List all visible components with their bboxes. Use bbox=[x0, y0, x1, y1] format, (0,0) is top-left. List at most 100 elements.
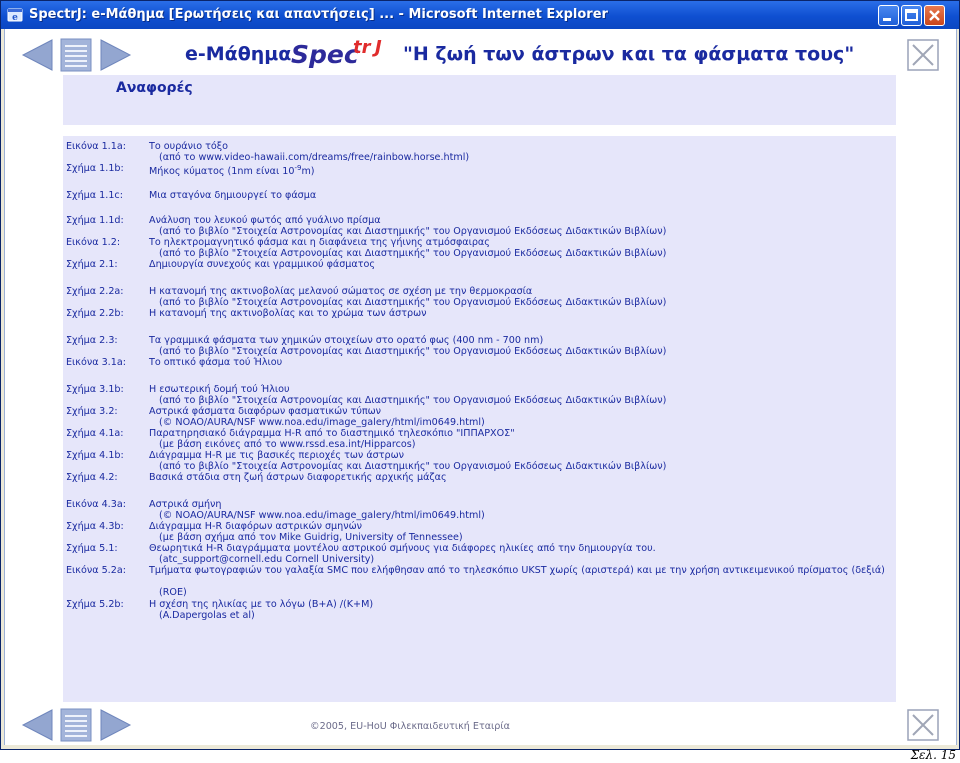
reference-label: Σχήμα 4.1a: bbox=[66, 428, 124, 439]
page-content: e-Μάθημα Spec tr J "Η ζωή των άστρων και… bbox=[4, 29, 957, 745]
reference-source: (από το βιβλίο "Στοιχεία Αστρονομίας και… bbox=[159, 461, 667, 472]
reference-text: Το ηλεκτρομαγνητικό φάσμα και η διαφάνει… bbox=[149, 237, 490, 248]
reference-label: Σχήμα 3.2: bbox=[66, 406, 118, 417]
close-lesson-icon[interactable] bbox=[907, 39, 939, 71]
reference-text-main: Η σχέση της ηλικίας με το λόγω (B+A) /(K… bbox=[149, 599, 374, 610]
close-window-button[interactable] bbox=[924, 5, 945, 26]
reference-text: Αστρικά σμήνη bbox=[149, 499, 222, 510]
reference-source: (από το βιβλίο "Στοιχεία Αστρονομίας και… bbox=[159, 297, 667, 308]
maximize-icon bbox=[905, 9, 918, 21]
reference-text-main: Δημιουργία συνεχούς και γραμμικού φάσματ… bbox=[149, 259, 376, 270]
reference-text: Η σχέση της ηλικίας με το λόγω (B+A) /(K… bbox=[149, 599, 373, 610]
reference-label: Εικόνα 3.1a: bbox=[66, 357, 126, 368]
reference-label: Εικόνα 1.2: bbox=[66, 237, 121, 248]
internet-explorer-icon: e bbox=[7, 8, 23, 23]
minimize-button[interactable] bbox=[878, 5, 899, 26]
reference-text-end: m) bbox=[301, 166, 315, 178]
contents-list-icon[interactable] bbox=[60, 38, 92, 72]
reference-label: Σχήμα 2.1: bbox=[66, 259, 118, 270]
page-number: Σελ. 15 bbox=[910, 748, 956, 762]
course-subtitle: "Η ζωή των άστρων και τα φάσματα τους" bbox=[403, 43, 855, 65]
section-title: Αναφορές bbox=[116, 80, 193, 96]
reference-text: Διάγραμμα H-R διαφόρων αστρικών σμηνών bbox=[149, 521, 362, 532]
reference-text: Δημιουργία συνεχούς και γραμμικού φάσματ… bbox=[149, 259, 375, 270]
contents-list-icon[interactable] bbox=[60, 708, 92, 742]
references-list: Εικόνα 1.1a: Το ουράνιο τόξο (από το www.v… bbox=[63, 136, 896, 702]
reference-text: Η εσωτερική δομή τού Ήλιου bbox=[149, 384, 290, 395]
reference-text: Αστρικά φάσματα διαφόρων φασματικών τύπω… bbox=[149, 406, 381, 417]
footer-copyright: ©2005, EU-HoU Φιλεκπαιδευτική Εταιρία bbox=[310, 721, 510, 732]
reference-label: Εικόνα 5.2a: bbox=[66, 565, 126, 576]
reference-source: (A.Dapergolas et al) bbox=[159, 610, 255, 621]
next-arrow-icon[interactable] bbox=[100, 39, 132, 71]
reference-text-main: Η εσωτερική δομή τού Ήλιου bbox=[149, 384, 290, 395]
reference-label: Σχήμα 2.3: bbox=[66, 335, 118, 346]
reference-text-main: Διάγραμμα H-R με τις βασικές περιοχές τω… bbox=[149, 450, 404, 461]
reference-label: Σχήμα 2.2b: bbox=[66, 308, 124, 319]
reference-text-main: Βασικά στάδια στη ζωή άστρων διαφορετική… bbox=[149, 472, 447, 483]
reference-source: (από το www.video-hawaii.com/dreams/free… bbox=[159, 152, 470, 163]
reference-label: Σχήμα 4.2: bbox=[66, 472, 118, 483]
reference-label: Σχήμα 2.2a: bbox=[66, 286, 124, 297]
reference-label: Σχήμα 4.3b: bbox=[66, 521, 124, 532]
reference-text: Παρατηρησιακό διάγραμμα H-R από το διαστ… bbox=[149, 428, 515, 439]
reference-text-main: Η κατανομή της ακτινοβολίας μελανού σώμα… bbox=[149, 286, 533, 297]
svg-text:tr: tr bbox=[353, 37, 372, 58]
course-label: e-Μάθημα bbox=[185, 43, 292, 65]
reference-text: Μήκος κύματος (1nm είναι 10-9m) bbox=[149, 163, 315, 177]
reference-text-main: Τα γραμμικά φάσματα των χημικών στοιχείω… bbox=[149, 335, 544, 346]
reference-text: Θεωρητικά H-R διαγράμματα μοντέλου αστρι… bbox=[149, 543, 656, 554]
bottom-navigation: ©2005, EU-HoU Φιλεκπαιδευτική Εταιρία bbox=[5, 706, 956, 744]
spectrj-logo: Spec tr J bbox=[289, 35, 393, 74]
reference-source: (atc_support@cornell.edu Cornell Univers… bbox=[159, 554, 375, 565]
reference-label: Σχήμα 5.1: bbox=[66, 543, 118, 554]
section-header: Αναφορές bbox=[63, 75, 896, 125]
browser-window: e SpectrJ: e-Μάθημα [Ερωτήσεις και απαντ… bbox=[0, 0, 960, 750]
title-bar: e SpectrJ: e-Μάθημα [Ερωτήσεις και απαντ… bbox=[1, 1, 959, 29]
reference-label: Σχήμα 1.1d: bbox=[66, 215, 124, 226]
close-lesson-icon[interactable] bbox=[907, 709, 939, 741]
reference-source: (ROE) bbox=[159, 587, 187, 598]
reference-text: Ανάλυση του λευκού φωτός από γυάλινο πρί… bbox=[149, 215, 381, 226]
window-title: SpectrJ: e-Μάθημα [Ερωτήσεις και απαντήσ… bbox=[29, 7, 608, 22]
reference-label: Σχήμα 4.1b: bbox=[66, 450, 124, 461]
reference-text-main: Μια σταγόνα δημιουργεί το φάσμα bbox=[149, 190, 317, 201]
reference-text: Διάγραμμα H-R με τις βασικές περιοχές τω… bbox=[149, 450, 404, 461]
reference-text-main: Αστρικά σμήνη bbox=[149, 499, 222, 510]
reference-text: Το οπτικό φάσμα τού Ήλιου bbox=[149, 357, 282, 368]
reference-source: (με βάση εικόνες από το www.rssd.esa.int… bbox=[159, 439, 416, 450]
reference-label: Σχήμα 3.1b: bbox=[66, 384, 124, 395]
reference-source: (από το βιβλίο "Στοιχεία Αστρονομίας και… bbox=[159, 395, 667, 406]
reference-label: Σχήμα 1.1c: bbox=[66, 190, 123, 201]
reference-text: Μια σταγόνα δημιουργεί το φάσμα bbox=[149, 190, 316, 201]
maximize-button[interactable] bbox=[901, 5, 922, 26]
reference-source: (από το βιβλίο "Στοιχεία Αστρονομίας και… bbox=[159, 226, 667, 237]
minimize-icon bbox=[883, 18, 891, 21]
reference-source: (από το βιβλίο "Στοιχεία Αστρονομίας και… bbox=[159, 346, 667, 357]
reference-text-main: Θεωρητικά H-R διαγράμματα μοντέλου αστρι… bbox=[149, 543, 656, 554]
reference-text-main: Αστρικά φάσματα διαφόρων φασματικών τύπω… bbox=[149, 406, 382, 417]
reference-text: Το ουράνιο τόξο bbox=[149, 141, 228, 152]
reference-text-main: Το οπτικό φάσμα τού Ήλιου bbox=[149, 357, 283, 368]
close-icon bbox=[929, 10, 940, 21]
previous-arrow-icon[interactable] bbox=[21, 39, 53, 71]
reference-text-main: Διάγραμμα H-R διαφόρων αστρικών σμηνών bbox=[149, 521, 362, 532]
reference-source: (© NOAO/AURA/NSF www.noa.edu/image_galer… bbox=[159, 510, 485, 521]
reference-text: Τα γραμμικά φάσματα των χημικών στοιχείω… bbox=[149, 335, 543, 346]
reference-text-main: Τμήματα φωτογραφιών του γαλαξία SMC που … bbox=[149, 565, 885, 576]
previous-arrow-icon[interactable] bbox=[21, 709, 53, 741]
reference-label: Εικόνα 1.1a: bbox=[66, 141, 126, 152]
svg-text:e: e bbox=[12, 13, 18, 23]
reference-text-main: Το ηλεκτρομαγνητικό φάσμα και η διαφάνει… bbox=[149, 237, 490, 248]
reference-text-main: Το ουράνιο τόξο bbox=[149, 141, 229, 152]
reference-label: Σχήμα 5.2b: bbox=[66, 599, 124, 610]
svg-text:Spec: Spec bbox=[291, 40, 359, 69]
reference-text: Η κατανομή της ακτινοβολίας και το χρώμα… bbox=[149, 308, 426, 319]
next-arrow-icon[interactable] bbox=[100, 709, 132, 741]
reference-text: Τμήματα φωτογραφιών του γαλαξία SMC που … bbox=[149, 565, 893, 576]
reference-text-main: Παρατηρησιακό διάγραμμα H-R από το διαστ… bbox=[149, 428, 515, 439]
reference-text-main: Η κατανομή της ακτινοβολίας και το χρώμα… bbox=[149, 308, 427, 319]
reference-label: Εικόνα 4.3a: bbox=[66, 499, 126, 510]
reference-source: (με βάση σχήμα από τον Mike Guidrig, Uni… bbox=[159, 532, 463, 543]
svg-text:J: J bbox=[372, 37, 382, 58]
